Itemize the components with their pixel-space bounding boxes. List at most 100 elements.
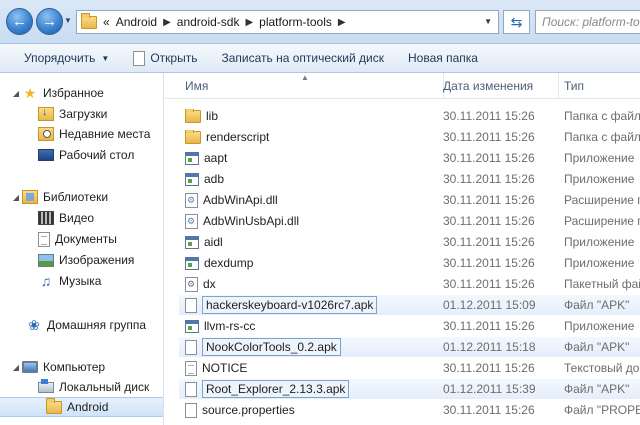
file-date: 30.11.2011 15:26 — [443, 235, 535, 249]
file-row[interactable]: source.properties 30.11.2011 15:26 Файл "P… — [179, 400, 640, 420]
file-name: NOTICE — [202, 361, 248, 375]
refresh-button[interactable]: ⇆ — [503, 10, 530, 34]
file-type: Пакетный фай — [564, 277, 640, 291]
file-date: 30.11.2011 15:26 — [443, 403, 535, 417]
nav-favorites[interactable]: ◢ ★ Избранное — [0, 83, 163, 103]
file-row[interactable]: AdbWinUsbApi.dll 30.11.2011 15:26 Расширен… — [179, 211, 640, 231]
file-type: Папка с файл — [564, 109, 640, 123]
address-box[interactable]: « Android ▶ android-sdk ▶ platform-tools… — [76, 10, 499, 34]
file-name: aidl — [204, 235, 223, 249]
file-date: 30.11.2011 15:26 — [443, 130, 535, 144]
file-row[interactable]: dx 30.11.2011 15:26 Пакетный фай — [179, 274, 640, 294]
exe-icon — [185, 235, 199, 249]
arrow-left-icon: ← — [12, 13, 27, 30]
collapse-arrow-icon[interactable]: ◢ — [10, 89, 22, 98]
file-name-cell: source.properties — [179, 402, 438, 418]
music-icon: ♫ — [40, 273, 52, 289]
nav-documents[interactable]: Документы — [0, 229, 163, 249]
file-name-cell: renderscript — [179, 130, 438, 144]
file-type: Текстовый док — [564, 361, 640, 375]
file-type: Приложение — [564, 172, 635, 186]
breadcrumb-android[interactable]: Android — [116, 15, 157, 29]
address-dropdown-icon[interactable]: ▼ — [484, 17, 492, 26]
new-folder-button[interactable]: Новая папка — [396, 44, 490, 72]
file-row[interactable]: adb 30.11.2011 15:26 Приложение — [179, 169, 640, 189]
nav-local-disk[interactable]: Локальный диск — [0, 377, 163, 397]
file-name: Root_Explorer_2.13.3.apk — [202, 380, 350, 398]
column-header-date[interactable]: Дата изменения — [438, 73, 559, 99]
file-name-cell: dx — [179, 276, 438, 292]
file-name: AdbWinApi.dll — [203, 193, 278, 207]
new-folder-label: Новая папка — [407, 51, 478, 65]
nav-recent-places[interactable]: Недавние места — [0, 124, 163, 144]
file-icon — [185, 339, 197, 355]
breadcrumb-android-sdk[interactable]: android-sdk — [177, 15, 240, 29]
nav-desktop[interactable]: Рабочий стол — [0, 145, 163, 165]
collapse-arrow-icon[interactable]: ◢ — [10, 363, 22, 372]
recent-pages-dropdown-icon[interactable]: ▼ — [64, 16, 72, 25]
file-row[interactable]: lib 30.11.2011 15:26 Папка с файл — [179, 106, 640, 126]
breadcrumb-platform-tools[interactable]: platform-tools — [259, 15, 332, 29]
nav-android-label: Android — [67, 400, 109, 414]
file-type: Расширение п — [564, 193, 640, 207]
documents-icon — [38, 231, 50, 247]
refresh-icon: ⇆ — [510, 13, 523, 30]
nav-video[interactable]: Видео — [0, 208, 163, 228]
file-row[interactable]: hackerskeyboard-v1026rc7.apk 01.12.2011 1… — [179, 295, 640, 315]
breadcrumb-arrow-icon[interactable]: ▶ — [163, 17, 171, 28]
breadcrumb-arrow-icon[interactable]: ▶ — [338, 17, 346, 28]
file-row[interactable]: llvm-rs-cc 30.11.2011 15:26 Приложение — [179, 316, 640, 336]
nav-downloads[interactable]: Загрузки — [0, 104, 163, 124]
file-date: 30.11.2011 15:26 — [443, 319, 535, 333]
nav-video-label: Видео — [59, 211, 95, 225]
nav-desktop-label: Рабочий стол — [59, 148, 135, 162]
forward-button[interactable]: → — [36, 8, 63, 35]
file-type: Файл "APK" — [564, 298, 630, 312]
file-row[interactable]: AdbWinApi.dll 30.11.2011 15:26 Расширение … — [179, 190, 640, 210]
libraries-icon — [22, 190, 38, 204]
file-row[interactable]: NookColorTools_0.2.apk 01.12.2011 15:18 Фа… — [179, 337, 640, 357]
address-bar-row: ← → ▼ « Android ▶ android-sdk ▶ platform… — [0, 0, 640, 44]
exe-icon — [185, 319, 199, 333]
folder-icon — [81, 12, 97, 29]
file-name: aapt — [204, 151, 228, 165]
file-name-cell: AdbWinApi.dll — [179, 192, 438, 208]
search-input[interactable]: Поиск: platform-tools — [535, 10, 640, 34]
file-row[interactable]: renderscript 30.11.2011 15:26 Папка с файл — [179, 127, 640, 147]
file-row[interactable]: aidl 30.11.2011 15:26 Приложение — [179, 232, 640, 252]
file-type: Приложение — [564, 151, 635, 165]
navigation-pane: ◢ ★ Избранное Загрузки Недавние места Ра… — [0, 73, 164, 425]
file-name: dx — [203, 277, 216, 291]
file-row[interactable]: NOTICE 30.11.2011 15:26 Текстовый док — [179, 358, 640, 378]
nav-homegroup[interactable]: ❀ Домашняя группа — [0, 315, 163, 335]
star-icon: ★ — [23, 84, 37, 101]
nav-android[interactable]: Android — [0, 397, 163, 417]
column-header-name[interactable]: Имя — [179, 73, 444, 99]
address-overflow[interactable]: « — [103, 15, 110, 29]
nav-images[interactable]: Изображения — [0, 250, 163, 270]
nav-homegroup-label: Домашняя группа — [47, 318, 147, 332]
file-date: 30.11.2011 15:26 — [443, 193, 535, 207]
organize-button[interactable]: Упорядочить ▼ — [0, 44, 121, 72]
file-name: hackerskeyboard-v1026rc7.apk — [202, 296, 378, 314]
file-type: Расширение п — [564, 214, 640, 228]
file-type: Файл "APK" — [564, 340, 630, 354]
column-header-type[interactable]: Тип — [559, 73, 640, 99]
dll-icon — [185, 192, 198, 208]
file-row[interactable]: aapt 30.11.2011 15:26 Приложение — [179, 148, 640, 168]
file-type: Папка с файл — [564, 130, 640, 144]
file-row[interactable]: Root_Explorer_2.13.3.apk 01.12.2011 15:39… — [179, 379, 640, 399]
collapse-arrow-icon[interactable]: ◢ — [10, 193, 22, 202]
nav-computer[interactable]: ◢ Компьютер — [0, 357, 163, 377]
nav-music[interactable]: ♫ Музыка — [0, 271, 163, 291]
nav-libraries[interactable]: ◢ Библиотеки — [0, 187, 163, 207]
breadcrumb-arrow-icon[interactable]: ▶ — [245, 17, 253, 28]
file-date: 30.11.2011 15:26 — [443, 172, 535, 186]
file-row[interactable]: dexdump 30.11.2011 15:26 Приложение — [179, 253, 640, 273]
burn-label: Записать на оптический диск — [221, 51, 384, 65]
file-date: 30.11.2011 15:26 — [443, 361, 535, 375]
burn-disc-button[interactable]: Записать на оптический диск — [209, 44, 396, 72]
back-button[interactable]: ← — [6, 8, 33, 35]
open-button[interactable]: Открыть — [121, 44, 209, 72]
file-name: AdbWinUsbApi.dll — [203, 214, 300, 228]
